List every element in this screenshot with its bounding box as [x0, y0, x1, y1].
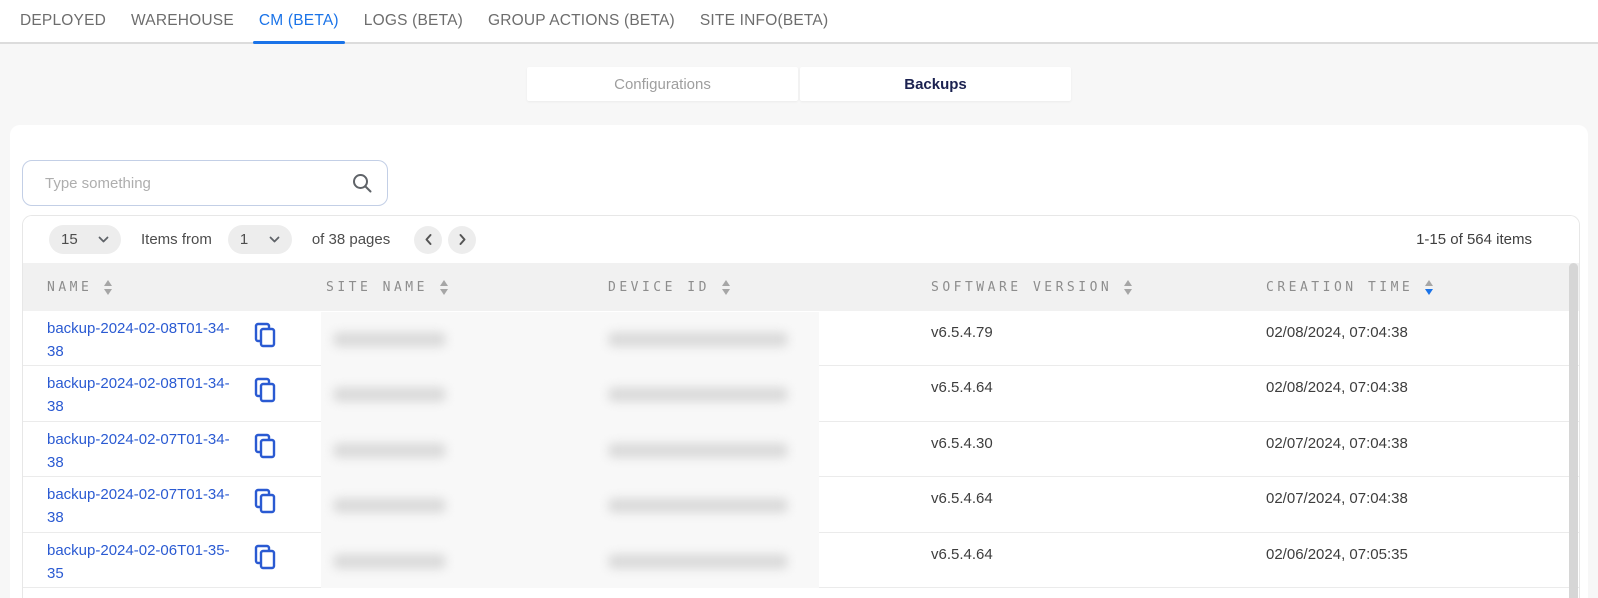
- configurations-button[interactable]: Configurations: [527, 67, 798, 101]
- blurred-site-name: [333, 443, 446, 458]
- sort-icon-active-desc[interactable]: [1425, 280, 1433, 295]
- backup-name-link[interactable]: backup-2024-02-06T01-35-35: [47, 539, 237, 585]
- blurred-site-name: [333, 498, 446, 513]
- blurred-site-name: [333, 554, 446, 569]
- items-range-label: 1-15 of 564 items: [1416, 231, 1532, 248]
- next-page-button[interactable]: [448, 226, 476, 254]
- column-header-software-version[interactable]: SOFTWARE VERSION: [907, 263, 1242, 311]
- chevron-left-icon: [424, 233, 433, 246]
- blurred-device-id: [608, 554, 788, 569]
- column-header-creation-time[interactable]: CREATION TIME: [1242, 263, 1579, 311]
- tab-cm-beta[interactable]: CM (BETA): [259, 0, 339, 42]
- copy-icon[interactable]: [253, 543, 277, 571]
- tab-strip: DEPLOYED WAREHOUSE CM (BETA) LOGS (BETA)…: [0, 0, 1598, 42]
- pages-count-label: of 38 pages: [312, 231, 390, 248]
- chevron-right-icon: [458, 233, 467, 246]
- table-scrollbar[interactable]: [1569, 263, 1578, 598]
- backup-name-link[interactable]: backup-2024-02-07T01-34-38: [47, 483, 237, 529]
- copy-icon[interactable]: [253, 321, 277, 349]
- software-version-cell: v6.5.4.79: [907, 311, 1242, 365]
- sort-icon[interactable]: [104, 280, 112, 295]
- blurred-device-id: [608, 443, 788, 458]
- backup-name-link[interactable]: backup-2024-02-07T01-34-38: [47, 428, 237, 474]
- table-body: backup-2024-02-08T01-34-38 v6.5.4.79 02/…: [23, 311, 1579, 588]
- tab-logs-beta[interactable]: LOGS (BETA): [364, 0, 463, 42]
- creation-time-cell: 02/08/2024, 07:04:38: [1242, 366, 1579, 420]
- blurred-device-id: [608, 387, 788, 402]
- search-box: [22, 160, 388, 206]
- column-header-site-name[interactable]: SITE NAME: [302, 263, 584, 311]
- backup-name-link[interactable]: backup-2024-02-08T01-34-38: [47, 372, 237, 418]
- search-input[interactable]: [27, 175, 351, 192]
- redacted-blur-region: [321, 312, 819, 588]
- copy-icon[interactable]: [253, 376, 277, 404]
- tab-deployed[interactable]: DEPLOYED: [20, 0, 106, 42]
- blurred-site-name: [333, 387, 446, 402]
- view-switch: Configurations Backups: [527, 67, 1071, 101]
- backups-button[interactable]: Backups: [800, 67, 1071, 101]
- sort-icon[interactable]: [722, 280, 730, 295]
- table-header: NAME SITE NAME DEVICE ID SOFTWARE VERSIO…: [23, 263, 1579, 311]
- software-version-cell: v6.5.4.64: [907, 533, 1242, 587]
- tab-group-actions-beta[interactable]: GROUP ACTIONS (BETA): [488, 0, 675, 42]
- tab-warehouse[interactable]: WAREHOUSE: [131, 0, 234, 42]
- creation-time-cell: 02/08/2024, 07:04:38: [1242, 311, 1579, 365]
- software-version-cell: v6.5.4.30: [907, 422, 1242, 476]
- top-tab-bar: DEPLOYED WAREHOUSE CM (BETA) LOGS (BETA)…: [0, 0, 1598, 44]
- previous-page-button[interactable]: [414, 226, 442, 254]
- chevron-down-icon: [269, 236, 280, 243]
- software-version-cell: v6.5.4.64: [907, 366, 1242, 420]
- tab-site-info-beta[interactable]: SITE INFO(BETA): [700, 0, 828, 42]
- page-size-select[interactable]: 15: [49, 225, 121, 254]
- creation-time-cell: 02/06/2024, 07:05:35: [1242, 533, 1579, 587]
- backups-table-card: 15 Items from 1 of 38 pages 1-15 of 564 …: [22, 215, 1580, 598]
- sort-icon[interactable]: [440, 280, 448, 295]
- blurred-device-id: [608, 332, 788, 347]
- software-version-cell: v6.5.4.64: [907, 477, 1242, 531]
- pagination-toolbar: 15 Items from 1 of 38 pages 1-15 of 564 …: [23, 216, 1579, 263]
- search-icon[interactable]: [351, 172, 373, 194]
- creation-time-cell: 02/07/2024, 07:04:38: [1242, 422, 1579, 476]
- backup-name-link[interactable]: backup-2024-02-08T01-34-38: [47, 317, 237, 363]
- creation-time-cell: 02/07/2024, 07:04:38: [1242, 477, 1579, 531]
- page-select[interactable]: 1: [228, 225, 292, 254]
- sort-icon[interactable]: [1124, 280, 1132, 295]
- chevron-down-icon: [98, 236, 109, 243]
- column-header-name[interactable]: NAME: [23, 263, 302, 311]
- page-value: 1: [240, 231, 248, 248]
- column-header-device-id[interactable]: DEVICE ID: [584, 263, 907, 311]
- copy-icon[interactable]: [253, 487, 277, 515]
- page-size-value: 15: [61, 231, 78, 248]
- blurred-device-id: [608, 498, 788, 513]
- blurred-site-name: [333, 332, 446, 347]
- items-from-label: Items from: [141, 231, 212, 248]
- copy-icon[interactable]: [253, 432, 277, 460]
- backups-panel: 15 Items from 1 of 38 pages 1-15 of 564 …: [10, 125, 1588, 598]
